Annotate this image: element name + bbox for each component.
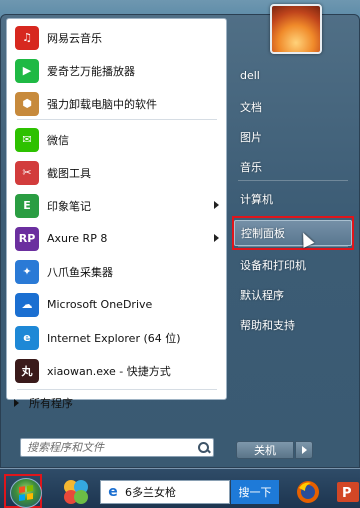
uninstall-tool-icon: ⬢ [15, 91, 39, 116]
program-label: 爱奇艺万能播放器 [47, 64, 135, 78]
axure-icon: RP [15, 226, 39, 251]
program-item[interactable]: 丸 xiaowan.exe - 快捷方式 [11, 355, 223, 386]
search-icon[interactable] [195, 439, 213, 456]
program-label: Internet Explorer (64 位) [47, 331, 181, 345]
internet-explorer-icon: e [15, 325, 39, 350]
start-menu-right-item[interactable]: 图片 [234, 124, 352, 150]
iqiyi-player-icon: ▶ [15, 58, 39, 83]
onedrive-icon: ☁ [15, 292, 39, 317]
program-label: Axure RP 8 [47, 232, 108, 245]
start-search-input[interactable] [21, 439, 195, 456]
program-item[interactable]: ☁ Microsoft OneDrive [11, 289, 223, 320]
xiaowan-icon: 丸 [15, 358, 39, 383]
wechat-icon: ✉ [15, 127, 39, 152]
shutdown-options-button[interactable] [295, 441, 313, 459]
program-item[interactable]: ⬢ 强力卸载电脑中的软件 [11, 88, 223, 119]
all-programs-link[interactable]: 所有程序 [8, 392, 73, 414]
start-menu-right-item[interactable]: 计算机 [234, 186, 352, 212]
program-item[interactable]: ✦ 八爪鱼采集器 [11, 256, 223, 287]
program-label: 截图工具 [47, 166, 91, 180]
program-label: 八爪鱼采集器 [47, 265, 113, 279]
menu-separator [17, 119, 217, 120]
taskbar-search-button[interactable]: 搜一下 [231, 480, 279, 504]
shutdown-label: 关机 [254, 444, 276, 457]
start-menu-right-item[interactable]: dell [234, 62, 352, 88]
program-label: 微信 [47, 133, 69, 147]
powerpoint-icon: P [337, 482, 359, 502]
program-label: 网易云音乐 [47, 31, 102, 45]
firefox-icon [297, 481, 319, 503]
start-button[interactable] [10, 478, 42, 508]
evernote-icon: E [15, 193, 39, 218]
submenu-arrow-icon [214, 201, 219, 209]
start-menu-right-item[interactable]: 音乐 [234, 154, 352, 180]
program-item[interactable]: ▶ 爱奇艺万能播放器 [11, 55, 223, 86]
start-menu-right-item[interactable]: 设备和打印机 [234, 252, 352, 278]
program-item[interactable]: RP Axure RP 8 [11, 223, 223, 254]
submenu-arrow-icon [214, 234, 219, 242]
octopus-collector-icon: ✦ [15, 259, 39, 284]
browser-e-icon: e [108, 484, 118, 500]
program-item[interactable]: E 印象笔记 [11, 190, 223, 221]
taskbar-search-button-label: 搜一下 [238, 486, 272, 499]
taskbar-app-pinwheel[interactable] [56, 476, 96, 508]
program-item[interactable]: ✉ 微信 [11, 124, 223, 155]
taskbar-search-box[interactable]: e 6多兰女枪 [100, 480, 230, 504]
program-item[interactable]: ✂ 截图工具 [11, 157, 223, 188]
taskbar-search-query: 6多兰女枪 [125, 486, 176, 499]
control-panel-highlight [232, 216, 354, 250]
start-menu-programs-panel: ♫ 网易云音乐 ▶ 爱奇艺万能播放器 ⬢ 强力卸载电脑中的软件 ✉ 微信 ✂ 截图工具 E 印象笔记 R… [6, 18, 227, 400]
program-label: 印象笔记 [47, 199, 91, 213]
program-label: 强力卸载电脑中的软件 [47, 97, 157, 111]
netease-music-icon: ♫ [15, 25, 39, 50]
pinwheel-app-icon [64, 480, 88, 504]
program-label: xiaowan.exe - 快捷方式 [47, 364, 171, 378]
program-item[interactable]: ♫ 网易云音乐 [11, 22, 223, 53]
taskbar-app-firefox[interactable] [290, 476, 326, 508]
snipping-tool-icon: ✂ [15, 160, 39, 185]
shutdown-button[interactable]: 关机 [236, 441, 294, 459]
svg-text:P: P [342, 486, 352, 501]
chevron-right-icon [14, 399, 19, 407]
program-item[interactable]: e Internet Explorer (64 位) [11, 322, 223, 353]
taskbar-app-powerpoint[interactable]: P [336, 476, 360, 508]
menu-separator [17, 389, 217, 390]
user-avatar[interactable] [270, 4, 322, 54]
start-menu-right-item[interactable]: 文档 [234, 94, 352, 120]
start-menu-right-item[interactable]: 帮助和支持 [234, 312, 352, 338]
start-search-box[interactable] [20, 438, 214, 457]
right-menu-separator [238, 180, 348, 181]
all-programs-label: 所有程序 [29, 397, 73, 410]
start-menu-right-item[interactable]: 默认程序 [234, 282, 352, 308]
program-label: Microsoft OneDrive [47, 298, 153, 311]
